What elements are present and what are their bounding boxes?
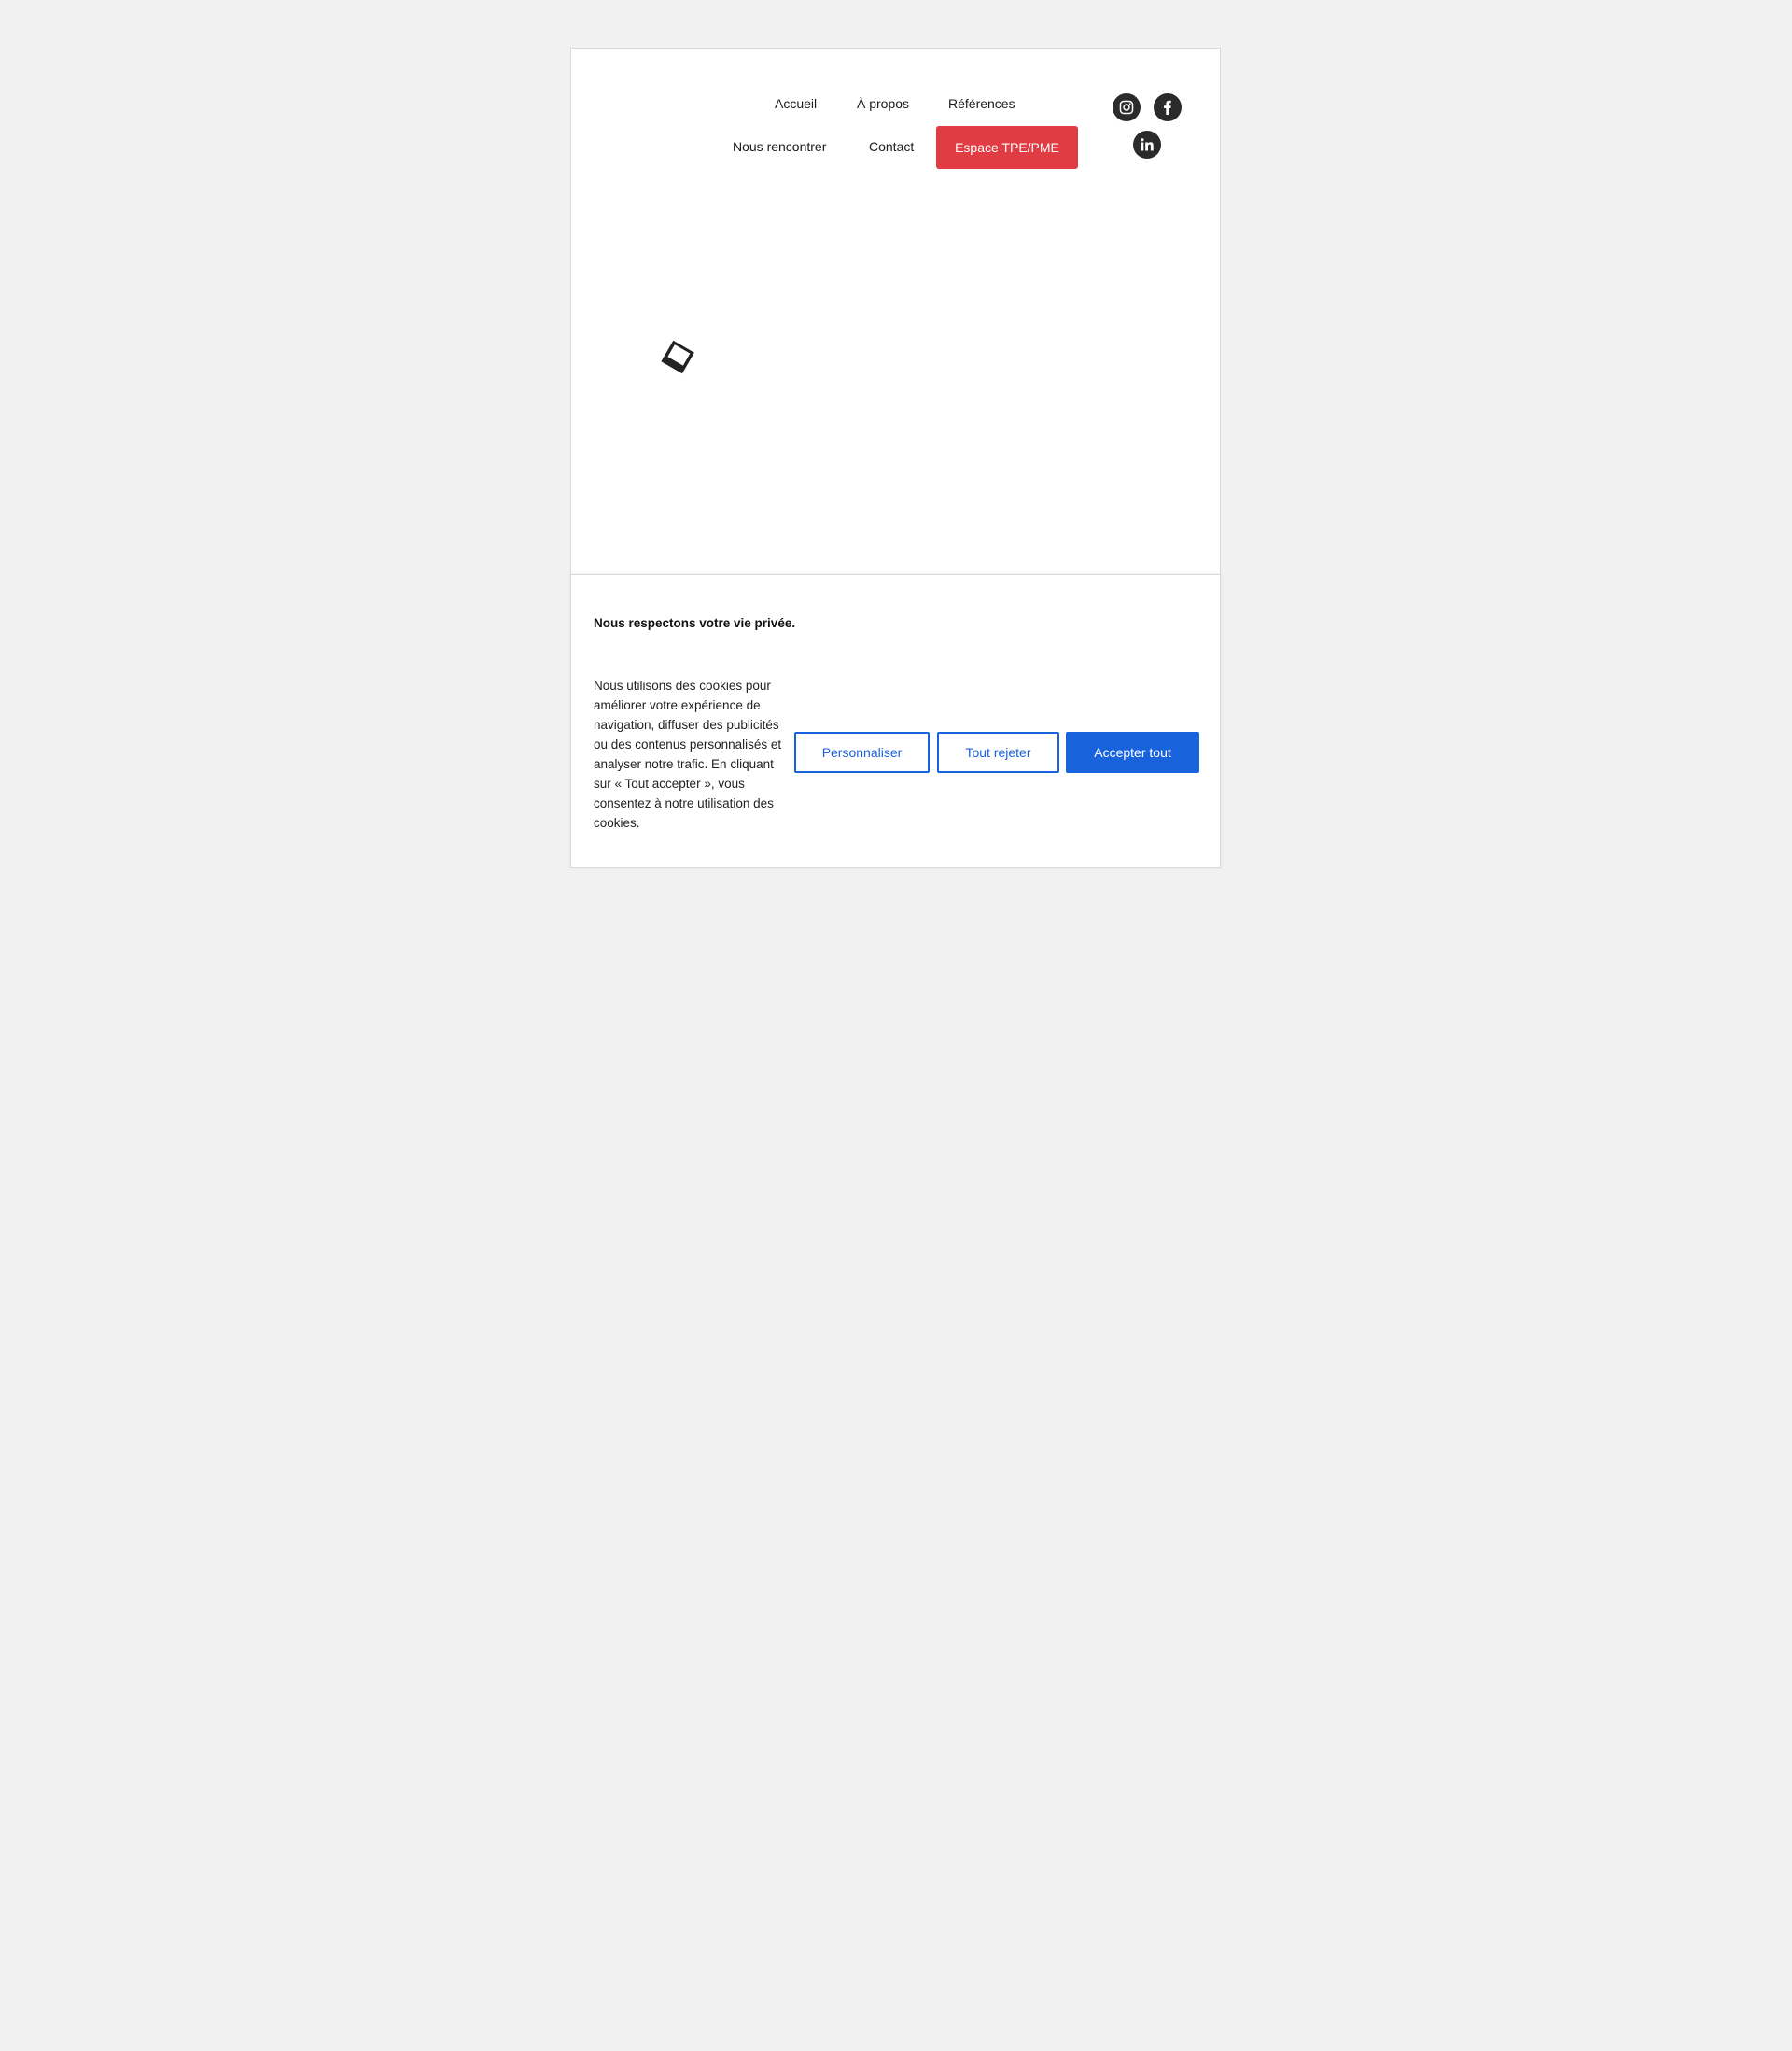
cookie-description: Nous utilisons des cookies pour améliore… (594, 679, 782, 830)
nav-item-accueil[interactable]: Accueil (775, 94, 817, 113)
nav-item-a-propos[interactable]: À propos (857, 94, 909, 113)
logo-icon (655, 334, 702, 381)
accept-all-button[interactable]: Accepter tout (1066, 732, 1199, 773)
facebook-icon[interactable] (1154, 93, 1182, 121)
nav-item-nous-rencontrer[interactable]: Nous rencontrer (733, 137, 826, 156)
cookie-consent-banner: Nous respectons votre vie privée. Nous u… (570, 574, 1221, 868)
nav-item-contact[interactable]: Contact (869, 137, 914, 156)
instagram-icon[interactable] (1113, 93, 1141, 121)
customize-button[interactable]: Personnaliser (794, 732, 930, 773)
reject-all-button[interactable]: Tout rejeter (937, 732, 1059, 773)
espace-tpe-pme-button[interactable]: Espace TPE/PME (936, 126, 1078, 169)
cookie-title: Nous respectons votre vie privée. (594, 616, 796, 630)
linkedin-icon[interactable] (1133, 131, 1161, 159)
nav-item-references[interactable]: Références (948, 94, 1015, 113)
